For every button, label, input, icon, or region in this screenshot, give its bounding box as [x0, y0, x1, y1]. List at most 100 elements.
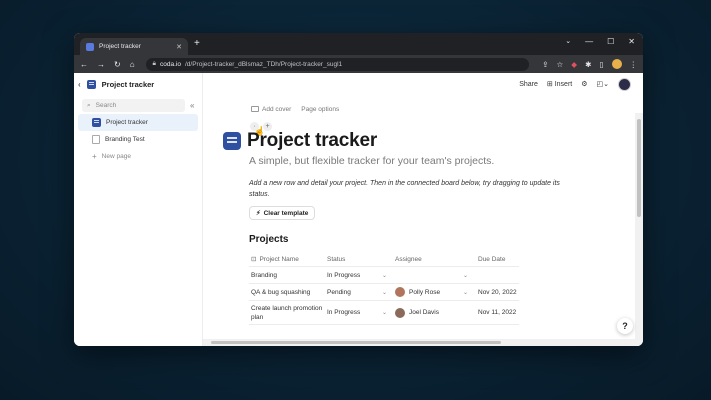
comments-icon[interactable]: ◰⌄ — [597, 80, 609, 88]
sidebar-item-label: Project tracker — [106, 119, 148, 126]
search-icon: ⌕ — [87, 101, 91, 109]
sidebar-item-branding-test[interactable]: Branding Test — [78, 131, 198, 148]
cell-due-date[interactable]: Nov 20, 2022 — [478, 289, 519, 296]
person-chip: Joel Davis — [395, 307, 439, 318]
back-icon[interactable]: ← — [80, 60, 88, 69]
url-host: coda.io — [160, 60, 181, 68]
extension-icon[interactable]: ◆ — [571, 60, 577, 69]
cell-due-date[interactable]: Nov 11, 2022 — [478, 309, 519, 316]
doc-topbar: Share ⊞ Insert ⚙ ◰⌄ — [203, 73, 643, 95]
tab-strip: Project tracker ✕ + ⌄ — ☐ ✕ — [74, 33, 643, 55]
forward-icon[interactable]: → — [97, 60, 105, 69]
table-row[interactable]: QA & bug squashing Pending ⌄ Polly Rose ⌄ … — [249, 284, 519, 301]
avatar — [395, 287, 405, 297]
column-label: Project Name — [259, 255, 299, 263]
browser-tab[interactable]: Project tracker ✕ — [80, 38, 188, 55]
cell-project-name[interactable]: QA & bug squashing — [249, 289, 327, 296]
sidebar-search[interactable]: ⌕ Search — [82, 99, 185, 112]
lock-icon: 🔒︎ — [152, 60, 157, 67]
clear-template-label: Clear template — [263, 209, 309, 217]
tab-title: Project tracker — [99, 43, 141, 50]
help-button[interactable]: ? — [617, 318, 633, 334]
collapse-sidebar-icon[interactable]: « — [190, 101, 194, 110]
new-tab-icon[interactable]: + — [194, 38, 200, 49]
gear-icon[interactable]: ⚙ — [581, 80, 587, 88]
sidebar-item-label: Branding Test — [105, 136, 145, 143]
cell-project-name[interactable]: Branding — [249, 272, 327, 279]
home-icon[interactable]: ⌂ — [130, 60, 135, 69]
doc-icon — [86, 79, 96, 89]
insert-label: Insert — [554, 81, 573, 88]
status-value: Pending — [327, 288, 351, 296]
vertical-scrollbar[interactable] — [635, 113, 643, 346]
person-chip: Polly Rose — [395, 287, 440, 297]
assignee-value: Polly Rose — [409, 288, 441, 296]
column-header-project-name[interactable]: ⊡ Project Name — [249, 255, 327, 264]
browser-window: Project tracker ✕ + ⌄ — ☐ ✕ ← → ↻ ⌂ 🔒︎ c… — [74, 33, 643, 346]
doc-icon — [92, 118, 101, 127]
sidebar: ‹ Project tracker ⌕ Search « Project tra… — [74, 73, 203, 346]
coda-favicon-icon — [86, 42, 94, 51]
cell-status[interactable]: Pending ⌄ — [327, 289, 395, 296]
table-header: ⊡ Project Name Status Assignee Due Date — [249, 252, 519, 267]
page-title[interactable]: Project tracker — [247, 130, 377, 152]
page-description[interactable]: Add a new row and detail your project. T… — [249, 178, 569, 200]
status-value: In Progress — [327, 309, 361, 316]
close-window-icon[interactable]: ✕ — [628, 37, 635, 46]
chevron-down-icon[interactable]: ⌄ — [565, 37, 571, 46]
profile-avatar[interactable] — [611, 59, 622, 69]
page-subtitle[interactable]: A simple, but flexible tracker for your … — [249, 155, 494, 167]
chevron-down-icon[interactable]: ⌄ — [463, 289, 468, 296]
menu-icon[interactable]: ⋮ — [630, 60, 638, 69]
sidebar-header: ‹ Project tracker — [74, 73, 202, 95]
page-options-button[interactable]: Page options — [301, 106, 339, 113]
clear-template-button[interactable]: ⚡︎ Clear template — [249, 206, 316, 220]
title-row: Project tracker — [223, 130, 377, 152]
column-header-due-date[interactable]: Due Date — [478, 256, 519, 263]
share-page-icon[interactable]: ⇪ — [542, 60, 548, 69]
doc-page-icon[interactable] — [223, 132, 241, 150]
chevron-down-icon[interactable]: ⌄ — [382, 289, 387, 296]
projects-table: ⊡ Project Name Status Assignee Due Date B… — [249, 252, 519, 325]
chevron-down-icon[interactable]: ⌄ — [463, 272, 468, 279]
plus-icon: + — [92, 152, 97, 161]
section-heading[interactable]: Projects — [249, 234, 288, 245]
address-bar[interactable]: 🔒︎ coda.io/d/Project-tracker_dBlsmaz_TDh… — [145, 57, 530, 71]
add-cover-button[interactable]: Add cover — [251, 106, 291, 113]
maximize-icon[interactable]: ☐ — [607, 37, 614, 46]
cell-assignee[interactable]: Polly Rose ⌄ — [395, 287, 478, 297]
bolt-icon: ⚡︎ — [256, 210, 261, 217]
doc-title[interactable]: Project tracker — [102, 80, 155, 89]
back-chevron-icon[interactable]: ‹ — [78, 80, 81, 89]
share-button[interactable]: Share — [519, 81, 538, 88]
cell-project-name[interactable]: Create launch promotion plan — [249, 304, 327, 322]
column-header-assignee[interactable]: Assignee — [395, 256, 478, 263]
scrollbar-thumb[interactable] — [637, 119, 641, 217]
window-controls: ⌄ — ☐ ✕ — [565, 37, 635, 46]
close-tab-icon[interactable]: ✕ — [176, 43, 182, 51]
chevron-down-icon[interactable]: ⌄ — [382, 309, 387, 316]
sidebar-item-project-tracker[interactable]: Project tracker — [78, 114, 198, 131]
cell-status[interactable]: In Progress ⌄ — [327, 272, 395, 279]
chevron-down-icon[interactable]: ⌄ — [382, 272, 387, 279]
sidepanel-icon[interactable]: ▯ — [599, 60, 603, 69]
table-row[interactable]: Branding In Progress ⌄ ⌄ — [249, 267, 519, 284]
horizontal-scrollbar[interactable] — [203, 339, 635, 346]
coda-app: ‹ Project tracker ⌕ Search « Project tra… — [74, 73, 643, 346]
reload-icon[interactable]: ↻ — [114, 60, 121, 69]
insert-button[interactable]: ⊞ Insert — [547, 80, 572, 88]
bookmark-star-icon[interactable]: ☆ — [557, 60, 564, 69]
cell-status[interactable]: In Progress ⌄ — [327, 309, 395, 316]
cell-assignee[interactable]: ⌄ — [395, 272, 478, 279]
cell-assignee[interactable]: Joel Davis — [395, 307, 478, 318]
add-cover-label: Add cover — [262, 106, 292, 113]
scrollbar-thumb[interactable] — [211, 341, 501, 344]
new-page-button[interactable]: + New page — [78, 148, 198, 165]
status-value: In Progress — [327, 271, 361, 279]
table-row[interactable]: Create launch promotion plan In Progress… — [249, 301, 519, 325]
column-header-status[interactable]: Status — [327, 256, 395, 263]
avatar — [395, 307, 405, 318]
minimize-icon[interactable]: — — [585, 37, 593, 46]
puzzle-icon[interactable]: ✱ — [585, 60, 591, 69]
user-avatar[interactable] — [618, 77, 631, 91]
